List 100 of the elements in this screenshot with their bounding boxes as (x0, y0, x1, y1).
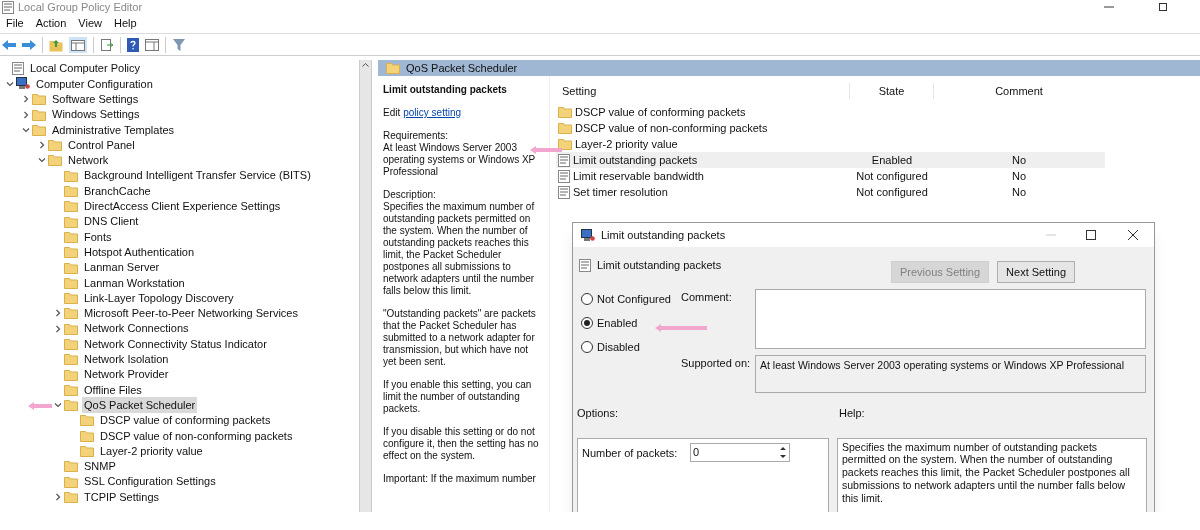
number-of-packets-spinner[interactable]: 0 (690, 442, 790, 462)
tree-item[interactable]: Network Isolation (82, 351, 171, 368)
folder-icon (64, 215, 78, 228)
table-row[interactable]: Limit outstanding packets Enabled No (556, 152, 1105, 168)
radio-button[interactable] (581, 293, 593, 305)
tree-item[interactable]: Network (66, 152, 111, 169)
table-row[interactable]: Set timer resolution Not configured No (556, 184, 1105, 200)
chevron-right-icon[interactable] (38, 141, 46, 150)
folder-icon (64, 307, 78, 320)
tree-item[interactable]: Network Connections (82, 320, 191, 337)
menu-item[interactable]: View (78, 15, 102, 32)
folder-icon (64, 368, 78, 381)
tree-item[interactable]: DirectAccess Client Experience Settings (82, 198, 283, 215)
tree-item[interactable]: SNMP (82, 458, 118, 475)
tree-item[interactable]: DSCP value of conforming packets (98, 412, 273, 429)
radio-label: Disabled (597, 339, 640, 355)
chevron-down-icon[interactable] (22, 125, 30, 134)
tree-item[interactable]: Software Settings (50, 91, 141, 108)
help-panel: Specifies the maximum number of outstanding packets permitted on the system. When the number of outstanding packets reaches this limit, the Packet Scheduler postpones all submissions to network adapters until the number falls below this limit. (837, 437, 1147, 512)
tree-item[interactable]: Layer-2 priority value (98, 442, 205, 460)
tree-item[interactable]: Network Connectivity Status Indicator (82, 335, 269, 353)
folder-icon (64, 353, 78, 366)
comment-label: Comment: (681, 290, 733, 305)
pane-toggle-icon[interactable] (69, 36, 87, 53)
tree-item[interactable]: Background Intelligent Transfer Service (BITS) (82, 167, 313, 184)
back-arrow-icon[interactable] (2, 38, 16, 51)
tree-item[interactable]: Microsoft Peer-to-Peer Networking Services (82, 305, 300, 322)
folder-icon (64, 261, 78, 274)
tree-item[interactable]: QoS Packet Scheduler (82, 396, 198, 414)
chevron-right-icon[interactable] (54, 492, 62, 501)
maximize-icon[interactable] (1086, 230, 1096, 240)
tree-item[interactable]: Local Computer Policy (28, 60, 143, 77)
tree-item[interactable]: Hotspot Authentication (82, 243, 197, 261)
setting-name: DSCP value of non-conforming packets (575, 120, 768, 136)
tree-item[interactable]: Lanman Server (82, 259, 162, 276)
setting-name: Limit outstanding packets (573, 152, 698, 168)
comment-field[interactable] (755, 289, 1146, 349)
radio-label: Enabled (597, 315, 638, 331)
policy-setting-link[interactable]: policy setting (403, 107, 462, 119)
chevron-down-icon[interactable] (6, 79, 14, 88)
table-row[interactable]: DSCP value of non-conforming packets (556, 120, 1105, 136)
tree-item[interactable]: Offline Files (82, 381, 144, 399)
description-paragraph: Description: Specifies the maximum number of outstanding packets permitted on the system. When the number of outstanding packets reaches this limit, the Packet Scheduler postpones all submissions to network adapters until the number falls below this limit. (383, 189, 536, 297)
chevron-down-icon[interactable] (38, 156, 46, 165)
close-icon[interactable] (1128, 230, 1138, 240)
folder-icon (64, 383, 78, 396)
help-label: Help: (839, 406, 865, 421)
table-row[interactable]: Layer-2 priority value (556, 136, 1105, 152)
table-row[interactable]: Limit reservable bandwidth Not configured No (556, 168, 1105, 184)
folder-icon (64, 460, 78, 473)
forward-arrow-icon[interactable] (22, 38, 36, 51)
dialog-title: Limit outstanding packets (601, 227, 726, 243)
maximize-icon[interactable] (1158, 2, 1168, 12)
tree-item[interactable]: DNS Client (82, 213, 141, 230)
computer-icon (16, 77, 30, 91)
folder-icon (48, 154, 62, 167)
policy-icon (579, 258, 591, 272)
help-icon[interactable] (127, 37, 139, 52)
radio-button[interactable] (581, 317, 593, 329)
folder-icon (64, 200, 78, 213)
scrollbar[interactable] (359, 60, 371, 512)
annotation-arrow (530, 145, 562, 155)
filter-icon[interactable] (172, 37, 186, 52)
column-header[interactable]: State (850, 82, 934, 100)
setting-name: Layer-2 priority value (575, 136, 678, 152)
comment-cell-text: No (1011, 152, 1027, 168)
tree-item[interactable]: SSL Configuration Settings (82, 473, 218, 490)
tree-item[interactable]: BranchCache (82, 182, 153, 200)
menu-item[interactable]: Action (35, 15, 67, 32)
table-row[interactable]: DSCP value of conforming packets (556, 104, 1105, 120)
tree-item[interactable]: Fonts (82, 228, 114, 246)
tree-item[interactable]: Administrative Templates (50, 121, 177, 139)
tree-item[interactable]: Control Panel (66, 136, 137, 154)
tree-item[interactable]: Windows Settings (50, 106, 142, 123)
folder-icon (64, 185, 78, 198)
folder-icon (80, 445, 94, 458)
scroll-up-icon[interactable] (362, 62, 369, 67)
export-icon[interactable] (100, 37, 114, 52)
folder-icon (64, 276, 78, 289)
panel-icon[interactable] (145, 38, 159, 51)
tree-item[interactable]: Computer Configuration (34, 75, 155, 93)
radio-button[interactable] (581, 341, 593, 353)
tree-item[interactable]: Lanman Workstation (82, 274, 187, 292)
folder-icon (64, 246, 78, 259)
chevron-down-icon[interactable] (54, 401, 62, 410)
column-header[interactable]: Comment (934, 82, 1104, 100)
policy-icon (12, 62, 24, 76)
tree-item[interactable]: DSCP value of non-conforming packets (98, 427, 295, 445)
folder-up-icon[interactable] (49, 37, 63, 52)
menu-item[interactable]: File (6, 15, 24, 32)
column-header[interactable]: Setting (556, 82, 850, 100)
menu-item[interactable]: Help (113, 15, 137, 32)
options-label: Options: (577, 406, 619, 421)
tree-item[interactable]: Network Provider (82, 366, 171, 383)
folder-icon (558, 106, 572, 118)
tree-item[interactable]: Link-Layer Topology Discovery (82, 289, 236, 307)
folder-icon (64, 230, 78, 243)
setting-nav-button[interactable]: Next Setting (997, 261, 1076, 283)
tree-item[interactable]: TCPIP Settings (82, 488, 161, 506)
folder-icon (64, 292, 78, 305)
